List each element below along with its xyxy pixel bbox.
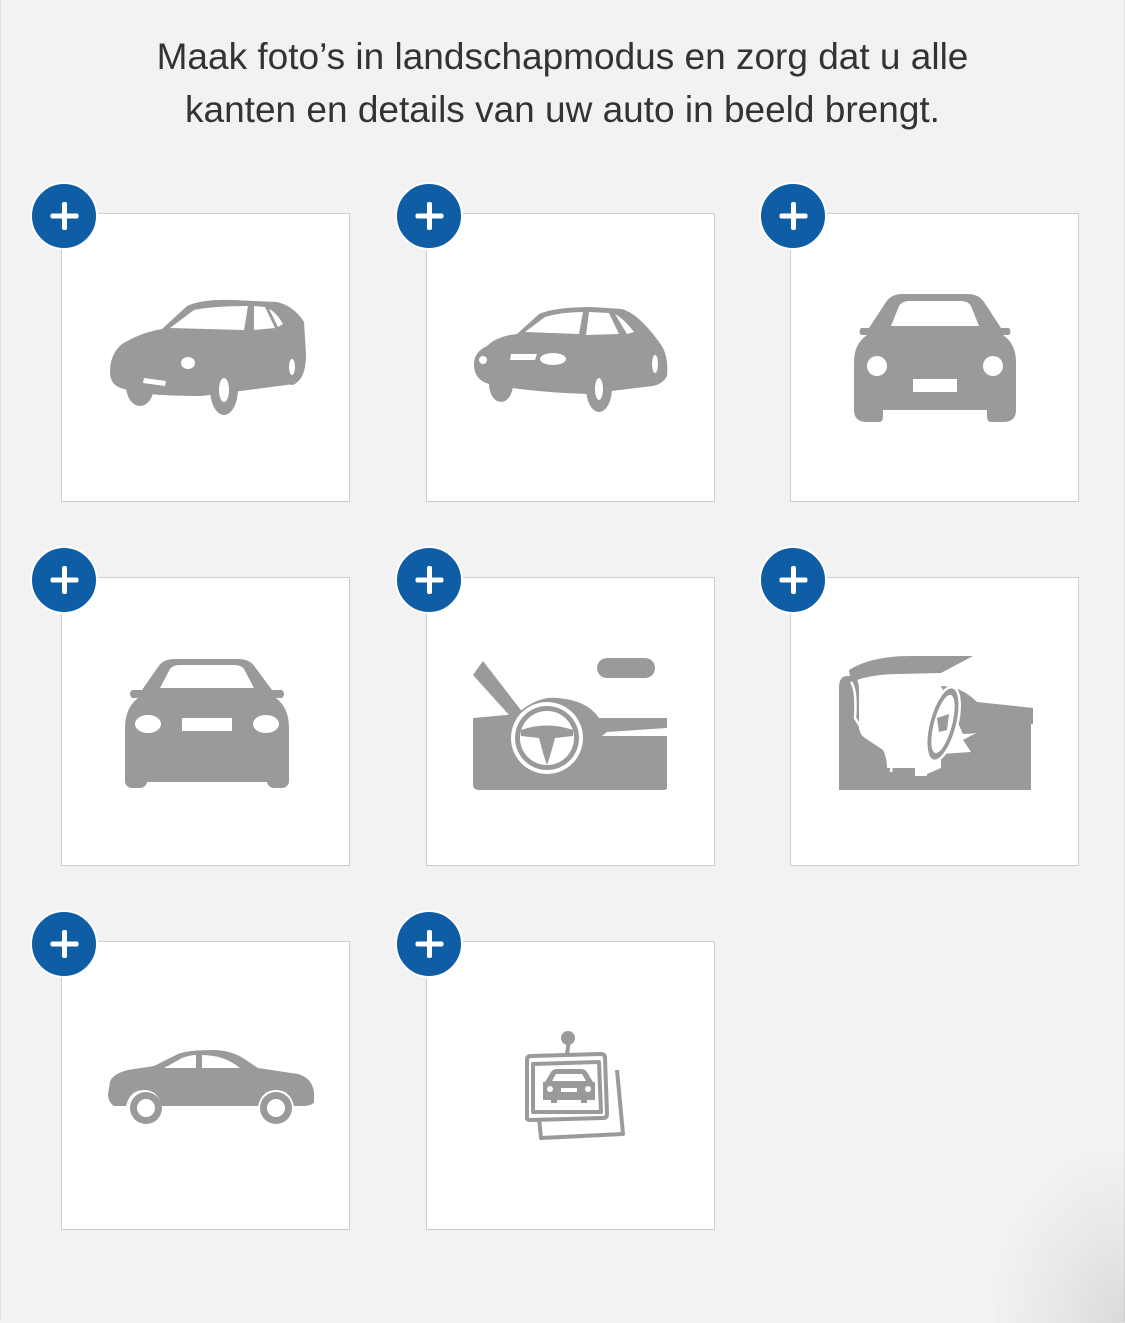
car-dashboard-icon [473,658,667,790]
photo-slot-interior[interactable] [759,546,1079,866]
photo-slot-front-right[interactable] [395,182,715,502]
plus-icon [415,566,444,594]
car-front-right-icon [474,307,668,412]
corner-shadow [995,1153,1125,1323]
plus-icon [415,930,444,958]
car-documents-icon [525,1031,625,1140]
plus-icon [50,930,79,958]
add-photo-button[interactable] [395,182,463,250]
add-photo-button[interactable] [759,546,827,614]
instructions-line-1: Maak foto’s in landschapmodus en zorg da… [156,36,969,77]
photo-slot-side[interactable] [30,910,350,1230]
add-photo-button[interactable] [30,182,98,250]
add-photo-button[interactable] [759,182,827,250]
photo-slot-rear[interactable] [759,182,1079,502]
car-interior-icon [839,656,1033,790]
car-rear-icon [854,294,1016,422]
instructions-line-2: kanten en details van uw auto in beeld b… [185,89,940,130]
photo-slot-dashboard[interactable] [395,546,715,866]
plus-icon [779,566,808,594]
plus-icon [779,202,808,230]
instructions-text: Maak foto’s in landschapmodus en zorg da… [40,30,1085,136]
photo-slot-documents[interactable] [395,910,715,1230]
plus-icon [50,566,79,594]
photo-slot-front[interactable] [30,546,350,866]
add-photo-button[interactable] [30,546,98,614]
plus-icon [415,202,444,230]
plus-icon [50,202,79,230]
add-photo-button[interactable] [30,910,98,978]
car-side-icon [108,1050,314,1124]
car-front-icon [125,659,289,788]
photo-slot-front-left[interactable] [30,182,350,502]
add-photo-button[interactable] [395,546,463,614]
car-front-left-icon [110,299,306,415]
add-photo-button[interactable] [395,910,463,978]
